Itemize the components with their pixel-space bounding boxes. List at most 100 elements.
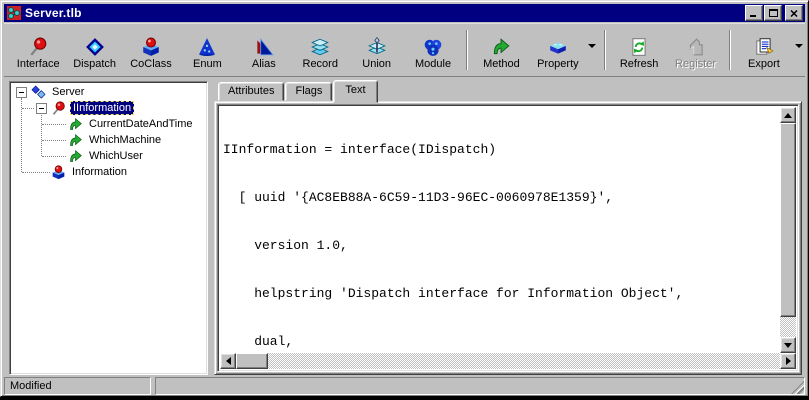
toolbar-label: Enum bbox=[193, 58, 222, 70]
toolbar-label: Record bbox=[303, 58, 338, 70]
toolbar-button-method[interactable]: Method bbox=[473, 27, 529, 73]
toolbar-label: Property bbox=[537, 58, 579, 70]
toolbar-button-register[interactable]: Register bbox=[667, 27, 723, 73]
tree-item-label: CurrentDateAndTime bbox=[87, 117, 195, 131]
scroll-right-icon bbox=[786, 357, 791, 365]
tree-item-whichuser[interactable]: WhichUser bbox=[10, 148, 207, 164]
idl-text-content: IInformation = interface(IDispatch) [ uu… bbox=[221, 108, 779, 352]
tree-item-label-selected: IInformation bbox=[70, 101, 134, 115]
tree-item-label: Server bbox=[50, 85, 86, 99]
toolbar-label: Alias bbox=[252, 58, 276, 70]
toolbar-button-interface[interactable]: Interface bbox=[10, 27, 66, 73]
toolbar-button-property[interactable]: Property bbox=[530, 27, 586, 73]
method-icon bbox=[68, 117, 83, 132]
toolbar-label: Union bbox=[362, 58, 391, 70]
toolbar-button-enum[interactable]: Enum bbox=[179, 27, 235, 73]
close-icon bbox=[790, 10, 798, 17]
record-icon bbox=[310, 37, 330, 57]
window-controls bbox=[744, 5, 803, 21]
type-library-editor-window: Server.tlb Interface Dispatch bbox=[0, 0, 809, 397]
method-icon bbox=[68, 149, 83, 164]
coclass-icon bbox=[141, 37, 161, 57]
tab-text[interactable]: Text bbox=[333, 80, 377, 103]
toolbar-button-refresh[interactable]: Refresh bbox=[611, 27, 667, 73]
code-line: IInformation = interface(IDispatch) bbox=[223, 142, 779, 158]
tree-item-whichmachine[interactable]: WhichMachine bbox=[10, 132, 207, 148]
tab-label: Text bbox=[345, 84, 365, 96]
method-icon bbox=[68, 133, 83, 148]
toolbar-label: Dispatch bbox=[73, 58, 116, 70]
tree-item-currentdateandtime[interactable]: CurrentDateAndTime bbox=[10, 116, 207, 132]
server-icon bbox=[31, 85, 46, 100]
idl-text-view[interactable]: IInformation = interface(IDispatch) [ uu… bbox=[217, 104, 799, 372]
scroll-left-button[interactable] bbox=[220, 353, 236, 369]
dropdown-arrow-icon bbox=[795, 44, 803, 48]
property-dropdown-button[interactable] bbox=[586, 27, 599, 73]
scroll-up-icon bbox=[784, 113, 792, 118]
toolbar-label: Interface bbox=[17, 58, 60, 70]
maximize-icon bbox=[769, 9, 778, 17]
enum-icon bbox=[197, 37, 217, 57]
scroll-down-icon bbox=[784, 343, 792, 348]
expander-minus-icon[interactable] bbox=[36, 103, 47, 114]
scroll-down-button[interactable] bbox=[780, 337, 796, 353]
toolbar-button-dispatch[interactable]: Dispatch bbox=[66, 27, 122, 73]
tab-page-text: IInformation = interface(IDispatch) [ uu… bbox=[214, 101, 802, 375]
interface-icon bbox=[51, 101, 66, 116]
maximize-button[interactable] bbox=[764, 5, 782, 21]
tab-label: Flags bbox=[295, 85, 322, 97]
tab-attributes[interactable]: Attributes bbox=[218, 82, 284, 101]
coclass-icon bbox=[51, 165, 66, 180]
resize-grip-icon[interactable] bbox=[791, 381, 804, 394]
module-icon bbox=[423, 37, 443, 57]
status-message bbox=[155, 377, 805, 395]
tree-item-iinformation[interactable]: IInformation bbox=[10, 100, 207, 116]
toolbar-button-record[interactable]: Record bbox=[292, 27, 348, 73]
scroll-left-icon bbox=[226, 357, 231, 365]
expander-minus-icon[interactable] bbox=[16, 87, 27, 98]
dispatch-icon bbox=[85, 37, 105, 57]
horizontal-scrollbar[interactable] bbox=[220, 353, 796, 369]
refresh-icon bbox=[629, 37, 649, 57]
toolbar-button-coclass[interactable]: CoClass bbox=[123, 27, 179, 73]
minimize-button[interactable] bbox=[745, 5, 763, 21]
vertical-scrollbar-thumb[interactable] bbox=[780, 123, 796, 317]
status-bar: Modified bbox=[4, 377, 805, 395]
tab-bar: Attributes Flags Text bbox=[214, 79, 802, 101]
tab-flags[interactable]: Flags bbox=[285, 82, 332, 101]
type-library-tree[interactable]: Server IInformation CurrentDateAndTime bbox=[9, 81, 208, 375]
tree-item-server[interactable]: Server bbox=[10, 84, 207, 100]
toolbar-button-union[interactable]: Union bbox=[348, 27, 404, 73]
toolbar-separator bbox=[466, 30, 468, 70]
detail-pane: Attributes Flags Text IInformation = int… bbox=[214, 79, 802, 375]
titlebar[interactable]: Server.tlb bbox=[4, 4, 805, 22]
scroll-up-button[interactable] bbox=[780, 107, 796, 123]
export-dropdown-button[interactable] bbox=[792, 27, 805, 73]
dropdown-arrow-icon bbox=[588, 44, 596, 48]
close-button[interactable] bbox=[785, 5, 803, 21]
window-title: Server.tlb bbox=[25, 6, 82, 20]
toolbar-separator bbox=[604, 30, 606, 70]
app-icon bbox=[7, 6, 21, 20]
toolbar-button-module[interactable]: Module bbox=[405, 27, 461, 73]
scroll-right-button[interactable] bbox=[780, 353, 796, 369]
vertical-scrollbar[interactable] bbox=[780, 107, 796, 353]
tree-item-label: Information bbox=[70, 165, 129, 179]
register-icon bbox=[686, 37, 706, 57]
toolbar-button-alias[interactable]: Alias bbox=[236, 27, 292, 73]
method-icon bbox=[491, 37, 511, 57]
tab-label: Attributes bbox=[228, 85, 274, 97]
toolbar-label: Refresh bbox=[620, 58, 659, 70]
toolbar-separator bbox=[729, 30, 731, 70]
toolbar-button-export[interactable]: Export bbox=[736, 27, 792, 73]
tree-item-label: WhichUser bbox=[87, 149, 145, 163]
horizontal-scrollbar-thumb[interactable] bbox=[236, 353, 268, 369]
union-icon bbox=[367, 37, 387, 57]
alias-icon bbox=[254, 37, 274, 57]
code-line: [ uuid '{AC8EB88A-6C59-11D3-96EC-0060978… bbox=[223, 190, 779, 206]
minimize-icon bbox=[750, 10, 758, 17]
tree-item-information[interactable]: Information bbox=[10, 164, 207, 180]
toolbar-label: Export bbox=[748, 58, 780, 70]
code-line: version 1.0, bbox=[223, 238, 779, 254]
tree-item-label: WhichMachine bbox=[87, 133, 163, 147]
